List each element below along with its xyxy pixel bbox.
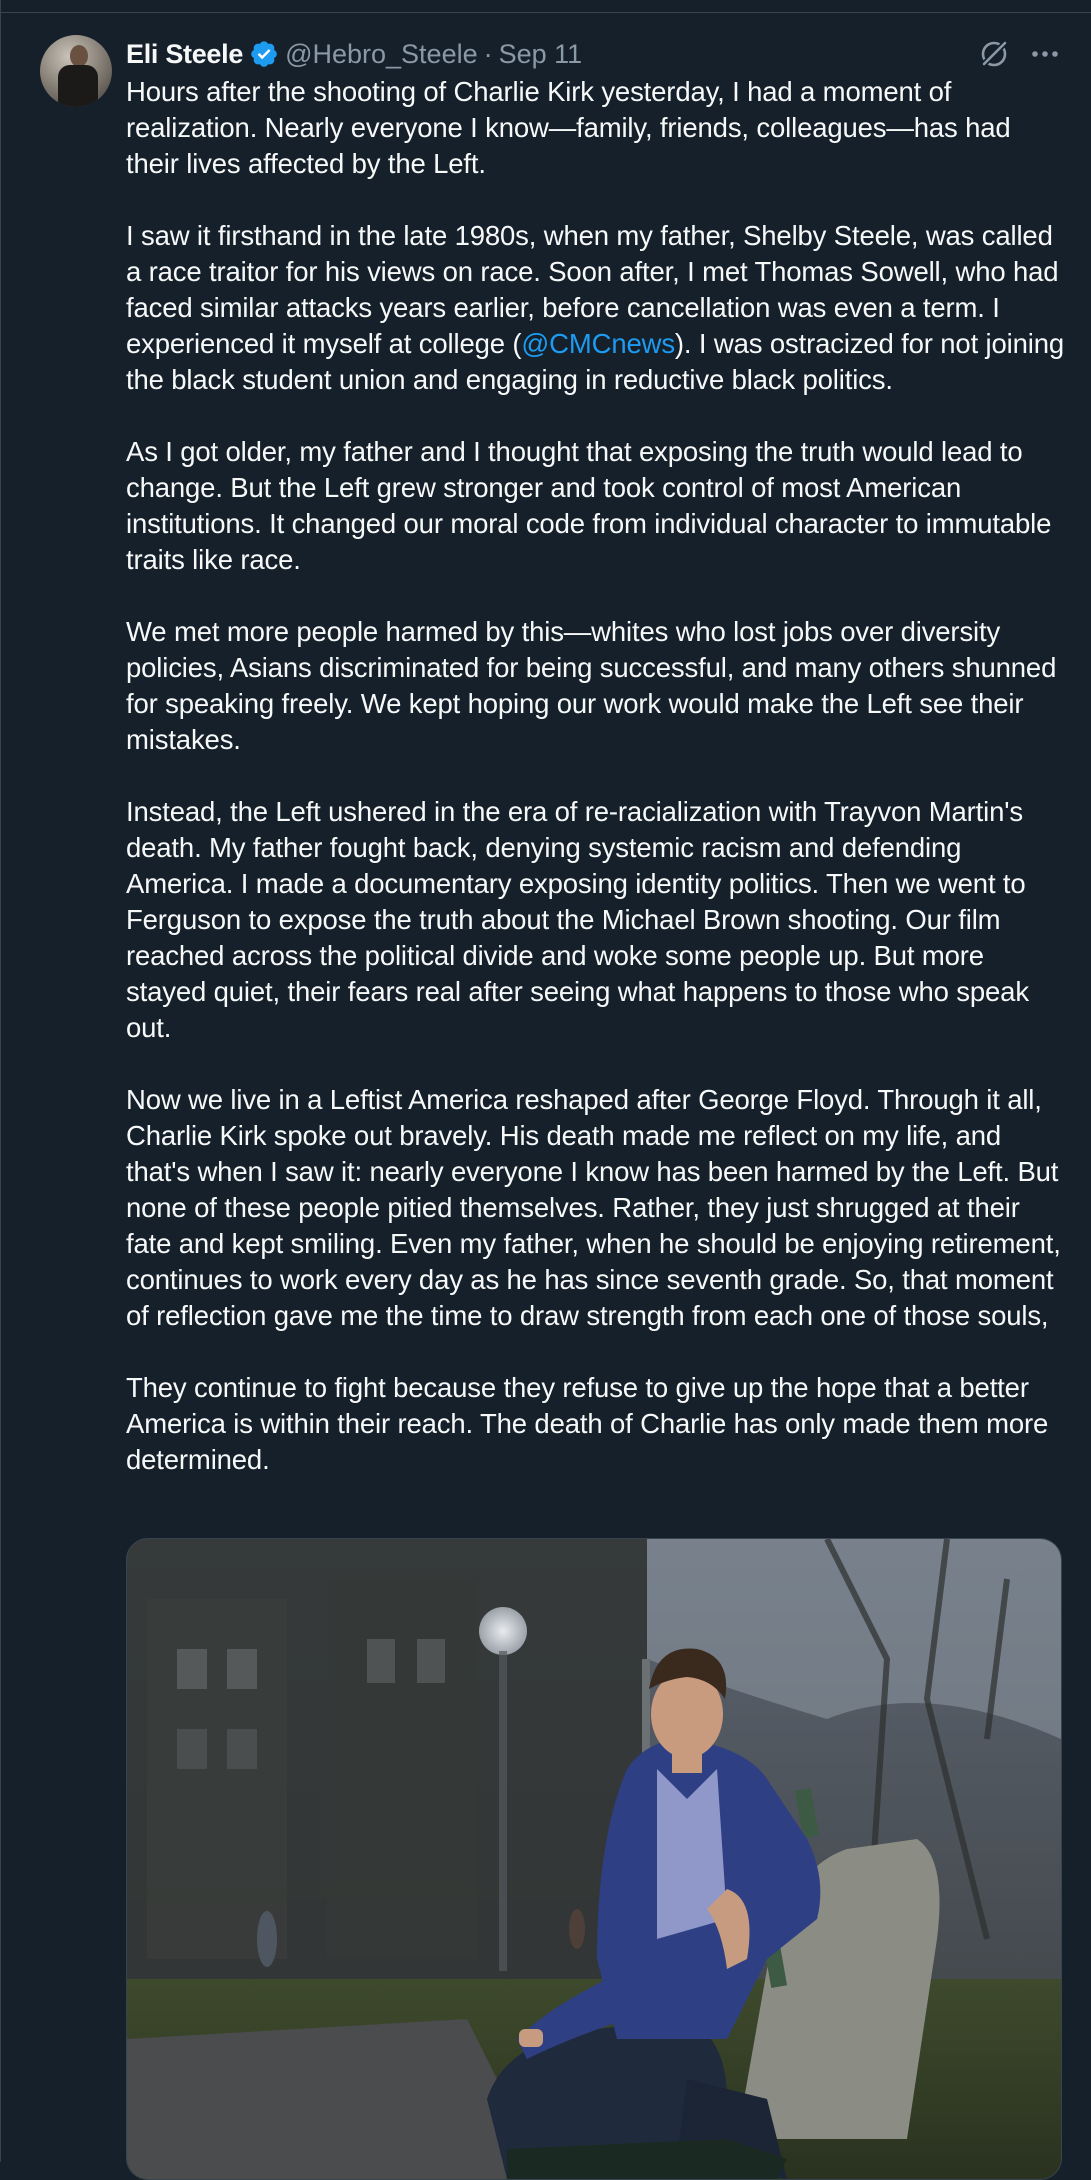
user-handle[interactable]: @Hebro_Steele	[285, 39, 478, 70]
avatar[interactable]	[40, 35, 112, 107]
tweet-paragraph-4: We met more people harmed by this—whites…	[126, 616, 1057, 755]
tweet-text: Hours after the shooting of Charlie Kirk…	[126, 74, 1066, 1514]
post-date[interactable]: Sep 11	[499, 39, 583, 70]
avatar-head	[70, 45, 88, 67]
tweet-paragraph-3: As I got older, my father and I thought …	[126, 436, 1052, 575]
separator-dot: ·	[483, 38, 493, 69]
grok-icon[interactable]	[978, 38, 1010, 70]
avatar-torso	[58, 65, 98, 107]
tweet-header: Eli Steele @Hebro_Steele · Sep 11	[126, 36, 582, 72]
mention-link[interactable]: @CMCnews	[521, 328, 675, 359]
tweet-top-divider	[0, 12, 1091, 13]
tweet-paragraph-6: Now we live in a Leftist America reshape…	[126, 1084, 1061, 1331]
tweet-paragraph-1: Hours after the shooting of Charlie Kirk…	[126, 76, 1011, 179]
more-options-icon[interactable]	[1028, 38, 1062, 70]
display-name[interactable]: Eli Steele	[126, 39, 243, 70]
photo-illustration	[127, 1539, 1061, 2179]
tweet-paragraph-7: They continue to fight because they refu…	[126, 1372, 1049, 1475]
timeline-left-border	[0, 0, 1, 2162]
tweet-paragraph-2: I saw it firsthand in the late 1980s, wh…	[126, 218, 1066, 398]
verified-badge-icon	[251, 41, 277, 67]
tweet-media-photo[interactable]	[126, 1538, 1062, 2180]
tweet-paragraph-5: Instead, the Left ushered in the era of …	[126, 796, 1029, 1043]
